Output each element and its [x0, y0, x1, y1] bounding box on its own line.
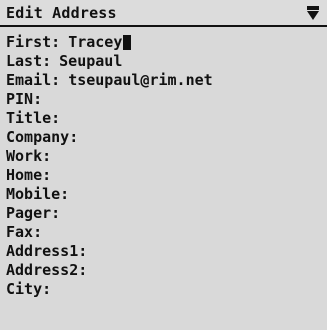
- menu-down-arrow-icon[interactable]: [306, 4, 320, 22]
- field-label: City:: [6, 280, 52, 298]
- field-label: PIN:: [6, 90, 43, 108]
- company-field[interactable]: Company:: [6, 128, 321, 147]
- mobile-phone-field[interactable]: Mobile:: [6, 185, 321, 204]
- title-bar: Edit Address: [0, 0, 327, 27]
- field-label: Home:: [6, 166, 52, 184]
- email-field[interactable]: Email: tseupaul@rim.net: [6, 71, 321, 90]
- field-label: First:: [6, 33, 61, 51]
- edit-address-screen: Edit Address First: Tracey Last: Seupaul…: [0, 0, 327, 330]
- field-label: Address2:: [6, 261, 88, 279]
- address2-field[interactable]: Address2:: [6, 261, 321, 280]
- field-label: Fax:: [6, 223, 43, 241]
- address-field-list: First: Tracey Last: Seupaul Email: tseup…: [6, 33, 321, 299]
- text-cursor: [123, 35, 132, 50]
- pin-field[interactable]: PIN:: [6, 90, 321, 109]
- home-phone-field[interactable]: Home:: [6, 166, 321, 185]
- field-label: Email:: [6, 71, 61, 89]
- work-phone-field[interactable]: Work:: [6, 147, 321, 166]
- field-label: Title:: [6, 109, 61, 127]
- field-label: Mobile:: [6, 185, 70, 203]
- field-label: Pager:: [6, 204, 61, 222]
- field-label: Work:: [6, 147, 52, 165]
- field-value[interactable]: Tracey: [60, 33, 122, 52]
- address1-field[interactable]: Address1:: [6, 242, 321, 261]
- city-field[interactable]: City:: [6, 280, 321, 299]
- page-title: Edit Address: [6, 4, 117, 22]
- last-name-field[interactable]: Last: Seupaul: [6, 52, 321, 71]
- pager-field[interactable]: Pager:: [6, 204, 321, 223]
- fax-field[interactable]: Fax:: [6, 223, 321, 242]
- first-name-field[interactable]: First: Tracey: [6, 33, 321, 52]
- field-label: Last:: [6, 52, 52, 70]
- field-label: Address1:: [6, 242, 88, 260]
- field-value[interactable]: Seupaul: [51, 52, 122, 71]
- field-value[interactable]: tseupaul@rim.net: [60, 71, 213, 90]
- field-label: Company:: [6, 128, 79, 146]
- title-field[interactable]: Title:: [6, 109, 321, 128]
